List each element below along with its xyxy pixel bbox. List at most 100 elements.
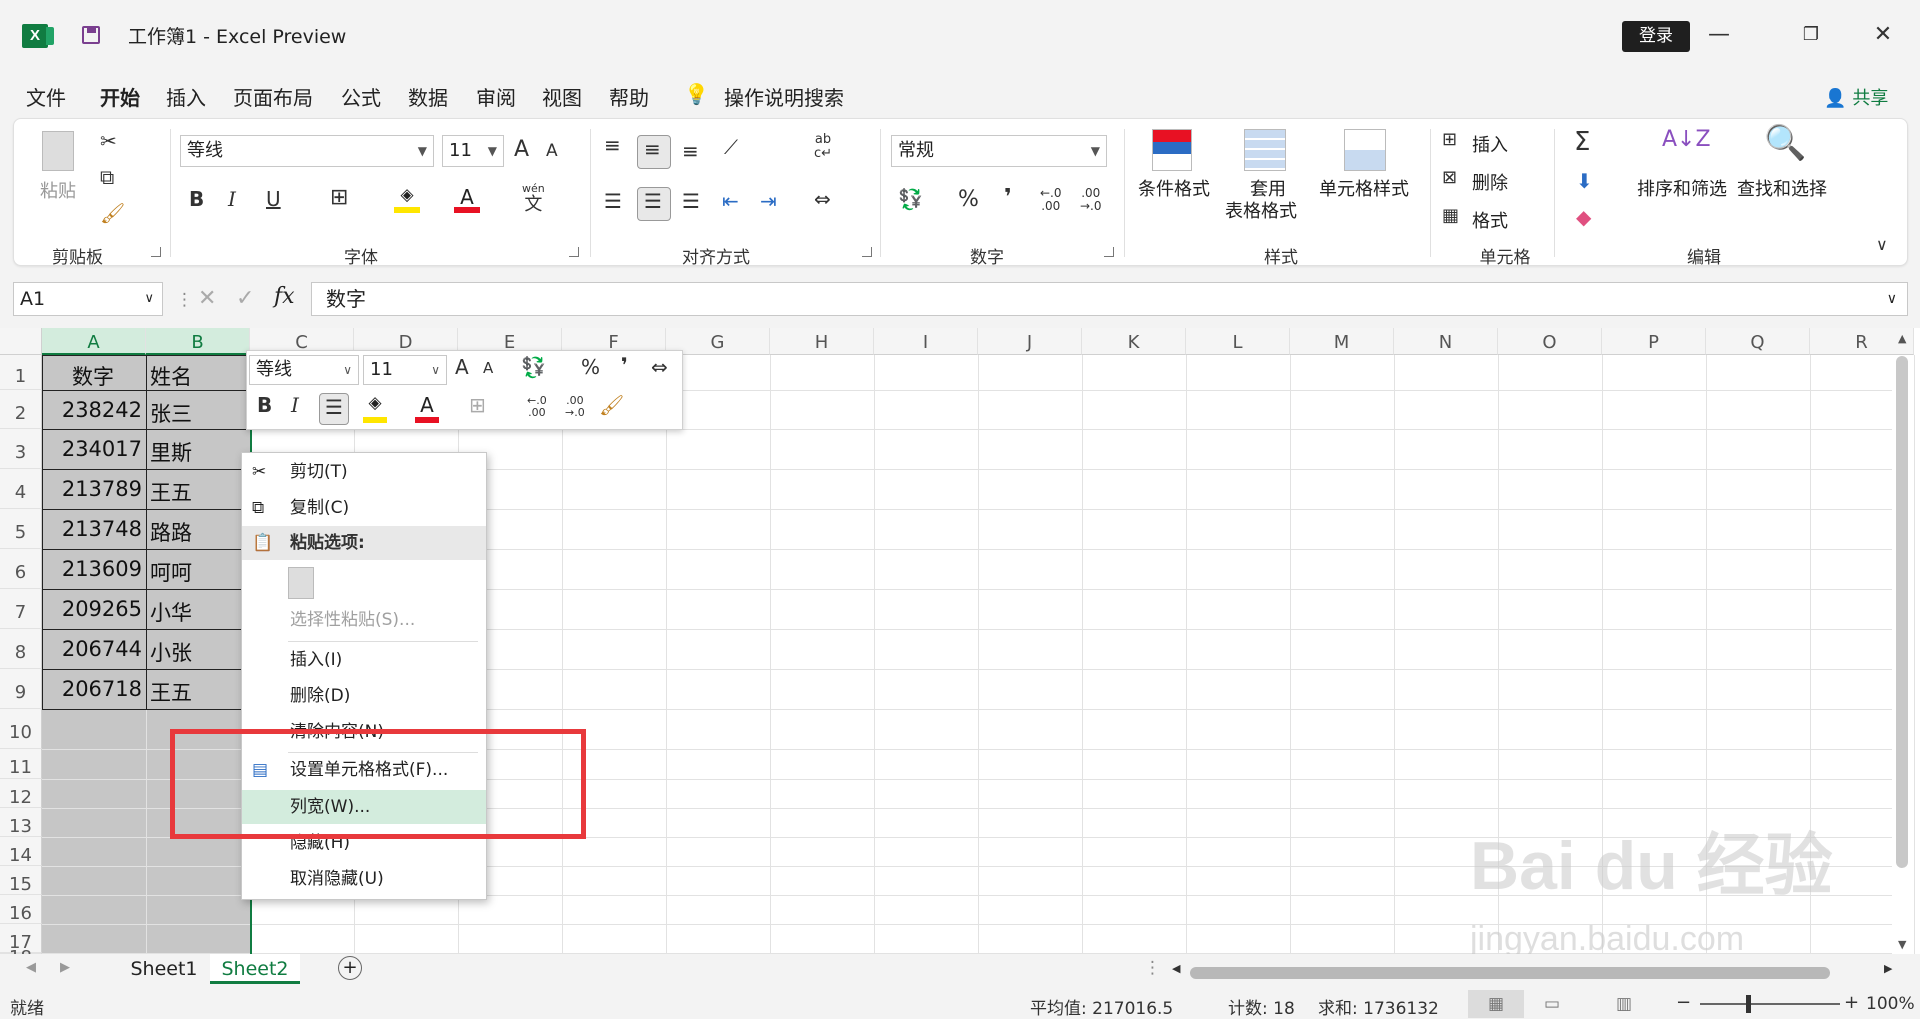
menu-item-cut[interactable]: ✂ 剪切(T): [242, 455, 486, 489]
scroll-left-icon[interactable]: ◀: [1172, 962, 1180, 975]
underline-button[interactable]: U: [266, 187, 281, 211]
paste-button[interactable]: 粘贴: [40, 181, 76, 203]
page-layout-view-icon[interactable]: ▭: [1544, 994, 1560, 1014]
name-box[interactable]: A1 ∨: [13, 282, 163, 316]
sort-filter-icon[interactable]: A↓Z: [1662, 127, 1711, 152]
tab-help[interactable]: 帮助: [609, 82, 649, 111]
next-sheet-icon[interactable]: ▶: [60, 960, 70, 975]
autosum-button[interactable]: Σ: [1574, 127, 1590, 157]
shrink-font-icon[interactable]: A: [546, 141, 558, 161]
number-format-dropdown[interactable]: 常规 ▼: [891, 135, 1107, 167]
table-cell[interactable]: 路路: [150, 517, 192, 547]
table-cell[interactable]: 209265: [46, 597, 142, 621]
wrap-text-icon[interactable]: ab c↵: [814, 133, 832, 161]
minimize-icon[interactable]: —: [1704, 20, 1734, 50]
zoom-in-icon[interactable]: +: [1844, 992, 1859, 1013]
row-header-14[interactable]: 14: [0, 837, 42, 866]
delete-cells-icon[interactable]: ⊠: [1442, 167, 1457, 188]
tab-review[interactable]: 审阅: [476, 82, 516, 111]
scroll-right-icon[interactable]: ▶: [1884, 962, 1892, 975]
orientation-icon[interactable]: ⟋: [724, 135, 738, 159]
table-cell[interactable]: 213748: [46, 517, 142, 541]
enter-icon[interactable]: ✓: [236, 286, 254, 311]
sort-filter-button[interactable]: 排序和筛选: [1632, 179, 1732, 201]
paste-icon[interactable]: [42, 131, 74, 171]
decrease-decimal-icon[interactable]: .00 →.0: [1080, 187, 1102, 213]
decrease-indent-icon[interactable]: ⇤: [722, 189, 739, 213]
table-cell[interactable]: 小华: [150, 597, 192, 627]
column-header-H[interactable]: H: [770, 328, 874, 355]
align-left-icon[interactable]: ☰: [604, 189, 622, 213]
cut-icon[interactable]: ✂: [100, 129, 117, 153]
page-break-view-icon[interactable]: ▥: [1616, 994, 1632, 1014]
row-header-1[interactable]: 1: [0, 355, 42, 390]
clipboard-launcher-icon[interactable]: [151, 247, 161, 257]
font-name-dropdown[interactable]: 等线 ▼: [180, 135, 434, 167]
horizontal-scrollbar[interactable]: [1190, 967, 1830, 979]
column-header-A[interactable]: A: [42, 328, 146, 355]
align-right-icon[interactable]: ☰: [682, 189, 700, 213]
row-header-13[interactable]: 13: [0, 808, 42, 837]
row-header-11[interactable]: 11: [0, 749, 42, 779]
table-cell[interactable]: 206718: [46, 677, 142, 701]
table-cell[interactable]: 张三: [150, 398, 192, 428]
clear-icon[interactable]: ◆: [1576, 205, 1591, 229]
table-cell[interactable]: 里斯: [150, 437, 192, 467]
merge-center-icon[interactable]: ⇔: [814, 187, 831, 211]
fx-icon[interactable]: fx: [274, 284, 295, 309]
column-header-Q[interactable]: Q: [1706, 328, 1810, 355]
table-header-cell[interactable]: 数字: [72, 361, 114, 391]
zoom-thumb[interactable]: [1746, 995, 1751, 1013]
italic-button[interactable]: I: [228, 187, 236, 211]
mini-percent-button[interactable]: %: [581, 355, 600, 379]
column-header-L[interactable]: L: [1186, 328, 1290, 355]
row-header-3[interactable]: 3: [0, 429, 42, 469]
format-as-table-icon[interactable]: [1244, 129, 1286, 171]
scroll-down-icon[interactable]: ▼: [1898, 938, 1906, 951]
menu-item-delete[interactable]: 删除(D): [242, 679, 486, 713]
close-icon[interactable]: ✕: [1868, 20, 1898, 50]
font-size-dropdown[interactable]: 11 ▼: [442, 135, 504, 167]
menu-item-paste-special[interactable]: 选择性粘贴(S)...: [242, 603, 486, 637]
column-header-K[interactable]: K: [1082, 328, 1186, 355]
column-header-B[interactable]: B: [146, 328, 250, 355]
login-button[interactable]: 登录: [1622, 21, 1690, 52]
split-handle-icon[interactable]: ⋮: [1144, 958, 1161, 978]
tell-me-search[interactable]: 操作说明搜索: [724, 82, 844, 111]
align-top-icon[interactable]: ≡: [604, 133, 621, 157]
phonetic-icon[interactable]: wén 文: [522, 183, 545, 215]
number-launcher-icon[interactable]: [1104, 247, 1114, 257]
percent-button[interactable]: %: [958, 187, 979, 212]
save-icon[interactable]: [82, 26, 100, 44]
format-cells-button[interactable]: 格式: [1472, 207, 1508, 233]
row-header-7[interactable]: 7: [0, 589, 42, 629]
format-painter-icon[interactable]: 🖌: [100, 201, 125, 225]
column-header-M[interactable]: M: [1290, 328, 1394, 355]
fill-color-icon[interactable]: ◈: [394, 185, 420, 213]
zoom-slider[interactable]: [1700, 1003, 1840, 1005]
font-color-icon[interactable]: A: [454, 185, 480, 213]
row-header-16[interactable]: 16: [0, 895, 42, 924]
fill-icon[interactable]: ⬇: [1576, 169, 1593, 193]
sheet-tab-1[interactable]: Sheet1: [114, 954, 214, 984]
mini-grow-font-icon[interactable]: A: [455, 355, 469, 379]
row-header-2[interactable]: 2: [0, 390, 42, 429]
mini-italic-button[interactable]: I: [291, 393, 299, 417]
menu-item-unhide[interactable]: 取消隐藏(U): [242, 862, 486, 896]
column-header-J[interactable]: J: [978, 328, 1082, 355]
mini-comma-button[interactable]: ❜: [621, 353, 628, 377]
column-header-O[interactable]: O: [1498, 328, 1602, 355]
comma-button[interactable]: ❜: [1004, 185, 1012, 210]
scroll-up-icon[interactable]: ▲: [1898, 332, 1906, 345]
copy-icon[interactable]: ⧉: [100, 165, 114, 189]
accounting-icon[interactable]: 💱: [898, 187, 923, 211]
mini-merge-icon[interactable]: ⇔: [651, 355, 668, 379]
paste-option-icon[interactable]: [288, 567, 314, 599]
row-header-4[interactable]: 4: [0, 469, 42, 509]
row-header-6[interactable]: 6: [0, 549, 42, 589]
tab-page-layout[interactable]: 页面布局: [233, 82, 313, 111]
font-launcher-icon[interactable]: [569, 247, 579, 257]
format-as-table-line2[interactable]: 表格格式: [1216, 201, 1306, 223]
add-sheet-icon[interactable]: +: [338, 956, 362, 980]
column-header-I[interactable]: I: [874, 328, 978, 355]
